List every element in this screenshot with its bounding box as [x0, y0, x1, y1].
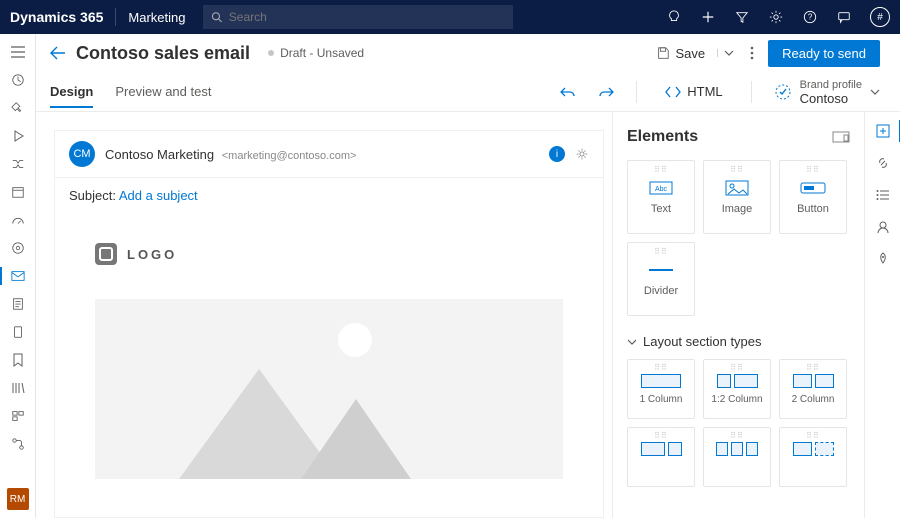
svg-text:Abc: Abc: [655, 186, 668, 193]
play-icon[interactable]: [4, 124, 32, 148]
editor-tabs: Design Preview and test HTML Brand profi…: [36, 72, 900, 112]
journey-icon[interactable]: [4, 152, 32, 176]
user-avatar[interactable]: #: [870, 7, 890, 27]
layout-3-column[interactable]: ⠿⠿: [703, 427, 771, 487]
undo-button[interactable]: [560, 85, 576, 99]
list-icon[interactable]: [874, 186, 892, 204]
bookmark-icon[interactable]: [4, 348, 32, 372]
layout-tiles: ⠿⠿1 Column ⠿⠿1:2 Column ⠿⠿2 Column ⠿⠿ ⠿⠿…: [627, 359, 850, 487]
lightbulb-icon[interactable]: [666, 9, 682, 25]
clock-icon[interactable]: [4, 68, 32, 92]
top-actions: ? #: [666, 7, 890, 27]
product-brand: Dynamics 365: [10, 9, 103, 25]
area-switcher[interactable]: RM: [7, 488, 29, 510]
layout-custom[interactable]: ⠿⠿: [779, 427, 847, 487]
layout-2-1-column[interactable]: ⠿⠿: [627, 427, 695, 487]
search-icon: [211, 11, 222, 23]
help-icon[interactable]: ?: [802, 9, 818, 25]
gear-icon[interactable]: [768, 9, 784, 25]
form-icon[interactable]: [4, 292, 32, 316]
chevron-down-icon[interactable]: [717, 49, 734, 57]
brand-profile-selector[interactable]: Brand profile Contoso: [774, 78, 880, 106]
tab-preview[interactable]: Preview and test: [115, 76, 211, 107]
header-settings-icon[interactable]: [575, 147, 589, 161]
sender-name: Contoso Marketing <marketing@contoso.com…: [105, 147, 356, 162]
status-dot: [268, 50, 274, 56]
design-canvas-wrap: CM Contoso Marketing <marketing@contoso.…: [36, 112, 612, 518]
subject-row: Subject: Add a subject: [55, 178, 603, 213]
plus-icon[interactable]: [700, 9, 716, 25]
target-icon[interactable]: [4, 236, 32, 260]
chevron-down-icon: [870, 88, 880, 96]
rocket-icon[interactable]: [874, 250, 892, 268]
layout-1-2-column[interactable]: ⠿⠿1:2 Column: [703, 359, 771, 419]
gauge-icon[interactable]: [4, 208, 32, 232]
back-button[interactable]: [50, 46, 66, 60]
email-canvas[interactable]: CM Contoso Marketing <marketing@contoso.…: [54, 130, 604, 518]
layout-1-column[interactable]: ⠿⠿1 Column: [627, 359, 695, 419]
global-search[interactable]: [203, 5, 513, 29]
library-icon[interactable]: [4, 376, 32, 400]
save-icon: [656, 46, 670, 60]
app-name: Marketing: [128, 10, 185, 25]
status-text: Draft - Unsaved: [280, 46, 364, 60]
logo-block[interactable]: LOGO: [95, 243, 563, 265]
chat-icon[interactable]: [836, 9, 852, 25]
logo-icon: [95, 243, 117, 265]
elements-panel: Elements ⠿⠿AbcText ⠿⠿Image ⠿⠿Button ⠿⠿Di…: [612, 112, 864, 518]
more-actions[interactable]: [750, 46, 754, 60]
svg-text:?: ?: [808, 13, 813, 22]
element-tiles: ⠿⠿AbcText ⠿⠿Image ⠿⠿Button ⠿⠿Divider: [627, 160, 850, 316]
layout-2-column[interactable]: ⠿⠿2 Column: [779, 359, 847, 419]
email-header: CM Contoso Marketing <marketing@contoso.…: [55, 131, 603, 178]
device-preview-icon[interactable]: [832, 131, 850, 143]
right-tool-rail: [864, 112, 900, 518]
sender-avatar: CM: [69, 141, 95, 167]
email-body[interactable]: LOGO: [55, 213, 603, 509]
html-view-button[interactable]: HTML: [659, 80, 728, 103]
pin-icon[interactable]: [4, 96, 32, 120]
calendar-icon[interactable]: [4, 180, 32, 204]
hamburger-icon[interactable]: [4, 40, 32, 64]
panel-title: Elements: [627, 128, 832, 146]
tile-text[interactable]: ⠿⠿AbcText: [627, 160, 695, 234]
link-icon[interactable]: [874, 154, 892, 172]
elements-tab-icon[interactable]: [874, 122, 892, 140]
tab-design[interactable]: Design: [50, 76, 93, 107]
logo-text: LOGO: [127, 247, 177, 262]
mail-icon[interactable]: [4, 264, 32, 288]
image-placeholder[interactable]: [95, 299, 563, 479]
global-nav: Dynamics 365 Marketing ? #: [0, 0, 900, 34]
code-icon: [665, 86, 681, 98]
divider: [115, 8, 116, 26]
sms-icon[interactable]: [4, 320, 32, 344]
tile-image[interactable]: ⠿⠿Image: [703, 160, 771, 234]
tile-divider[interactable]: ⠿⠿Divider: [627, 242, 695, 316]
flow-icon[interactable]: [4, 432, 32, 456]
page-header: Contoso sales email Draft - Unsaved Save…: [36, 34, 900, 72]
page-title: Contoso sales email: [76, 43, 250, 64]
layout-section-header[interactable]: Layout section types: [627, 334, 850, 349]
chevron-down-icon: [627, 338, 637, 346]
search-input[interactable]: [229, 10, 506, 24]
tile-button[interactable]: ⠿⠿Button: [779, 160, 847, 234]
segments-icon[interactable]: [4, 404, 32, 428]
add-subject-link[interactable]: Add a subject: [119, 188, 198, 203]
brand-check-icon: [774, 83, 792, 101]
filter-icon[interactable]: [734, 9, 750, 25]
left-nav-rail: RM: [0, 34, 36, 518]
redo-button[interactable]: [598, 85, 614, 99]
save-button[interactable]: Save: [654, 42, 737, 65]
ready-to-send-button[interactable]: Ready to send: [768, 40, 880, 67]
info-icon[interactable]: i: [549, 146, 565, 162]
person-icon[interactable]: [874, 218, 892, 236]
